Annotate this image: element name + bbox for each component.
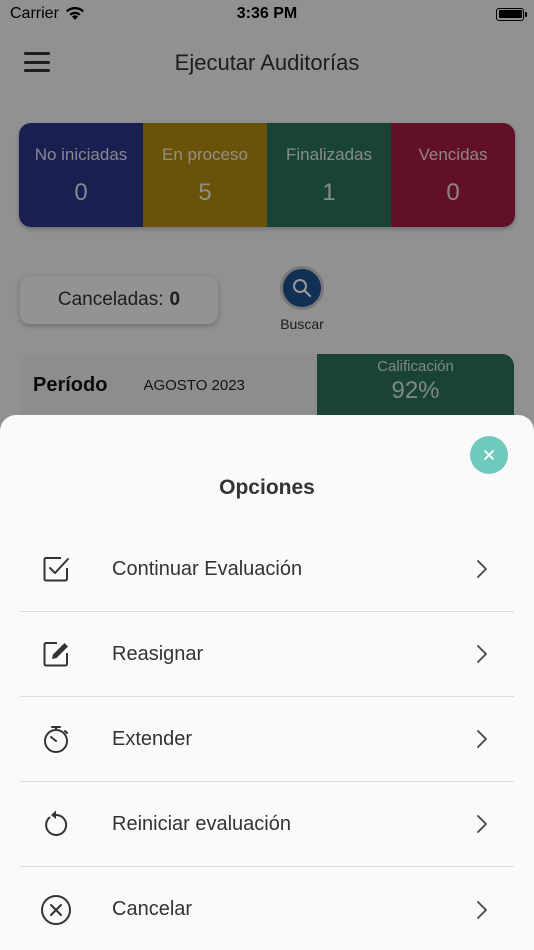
close-icon	[484, 450, 494, 460]
sheet-title: Opciones	[219, 476, 315, 499]
chevron-right-icon	[474, 729, 490, 749]
chevron-right-icon	[474, 559, 490, 579]
option-label: Continuar Evaluación	[112, 557, 303, 580]
chevron-right-icon	[474, 900, 490, 920]
chevron-right-icon	[474, 644, 490, 664]
option-continue-evaluation[interactable]: Continuar Evaluación	[20, 527, 514, 612]
restart-icon	[40, 808, 72, 840]
option-label: Reasignar	[112, 642, 204, 665]
option-reassign[interactable]: Reasignar	[20, 612, 514, 697]
option-label: Reiniciar evaluación	[112, 812, 291, 835]
option-cancel[interactable]: Cancelar	[20, 867, 514, 950]
option-extend[interactable]: Extender	[20, 697, 514, 782]
option-label: Extender	[112, 727, 193, 750]
option-label: Cancelar	[112, 898, 193, 920]
option-restart-evaluation[interactable]: Reiniciar evaluación	[20, 782, 514, 867]
options-sheet: Opciones Continuar Evaluación Reasignar …	[0, 415, 534, 950]
cancel-circle-icon	[40, 894, 72, 926]
chevron-right-icon	[474, 814, 490, 834]
close-button[interactable]	[470, 436, 508, 474]
timer-icon	[40, 723, 72, 755]
edit-icon	[40, 638, 72, 670]
options-list: Continuar Evaluación Reasignar Extender …	[20, 527, 514, 950]
checkbox-icon	[40, 553, 72, 585]
